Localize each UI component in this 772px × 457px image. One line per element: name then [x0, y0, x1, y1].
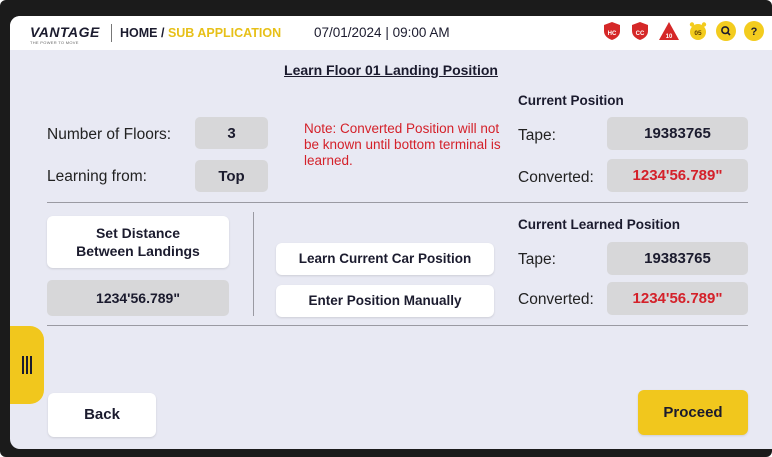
header-divider — [111, 24, 112, 42]
section-divider-vertical — [253, 212, 254, 316]
learning-from-value: Top — [195, 160, 268, 192]
current-position-header: Current Position — [518, 93, 624, 108]
current-tape-label: Tape: — [518, 127, 556, 144]
converted-position-note: Note: Converted Position will not be kno… — [304, 121, 501, 168]
set-distance-line-1: Set Distance — [95, 225, 181, 241]
learned-tape-label: Tape: — [518, 251, 556, 268]
section-divider-bottom — [47, 325, 748, 326]
current-converted-label: Converted: — [518, 169, 594, 186]
breadcrumb-home[interactable]: HOME / — [120, 26, 164, 40]
datetime-display: 07/01/2024 | 09:00 AM — [314, 25, 450, 40]
learning-from-label: Learning from: — [47, 168, 147, 185]
learned-tape-value: 19383765 — [607, 242, 748, 275]
svg-text:10: 10 — [666, 34, 673, 40]
svg-text:HC: HC — [608, 31, 617, 37]
cc-shield-icon[interactable]: CC — [630, 21, 650, 41]
logo-tagline: THE POWER TO MOVE — [30, 40, 79, 45]
search-icon[interactable] — [716, 21, 736, 41]
top-bar: VANTAGE THE POWER TO MOVE HOME / SUB APP… — [10, 16, 772, 50]
set-distance-button[interactable]: Set Distance Between Landings — [47, 216, 229, 268]
breadcrumb-sub-application: SUB APPLICATION — [167, 26, 282, 40]
floors-value: 3 — [195, 117, 268, 149]
side-drawer-tab[interactable] — [10, 326, 44, 404]
alarm-clock-icon[interactable]: 05 — [688, 21, 708, 41]
learned-converted-label: Converted: — [518, 291, 594, 308]
device-frame: VANTAGE THE POWER TO MOVE HOME / SUB APP… — [0, 0, 772, 457]
current-converted-value: 1234'56.789" — [607, 159, 748, 192]
learned-position-header: Current Learned Position — [518, 217, 681, 232]
status-icons: HC CC 10 05 ? — [602, 21, 764, 41]
breadcrumb: HOME / SUB APPLICATION — [120, 26, 281, 40]
floors-label: Number of Floors: — [47, 126, 172, 143]
learn-car-position-button[interactable]: Learn Current Car Position — [276, 243, 494, 275]
menu-bars-icon — [22, 356, 32, 374]
vantage-logo: VANTAGE — [30, 24, 100, 40]
learned-converted-value: 1234'56.789" — [607, 282, 748, 315]
set-distance-line-2: Between Landings — [76, 243, 200, 259]
svg-text:?: ? — [751, 26, 758, 38]
enter-position-manually-button[interactable]: Enter Position Manually — [276, 285, 494, 317]
back-button[interactable]: Back — [48, 393, 156, 437]
svg-text:CC: CC — [636, 31, 645, 37]
hc-shield-icon[interactable]: HC — [602, 21, 622, 41]
proceed-button[interactable]: Proceed — [638, 390, 748, 435]
distance-between-landings-value: 1234'56.789" — [47, 280, 229, 316]
section-divider-top — [47, 202, 748, 203]
current-tape-value: 19383765 — [607, 117, 748, 150]
page-title-text: Learn Floor 01 Landing Position — [284, 62, 498, 78]
help-icon[interactable]: ? — [744, 21, 764, 41]
app-screen: VANTAGE THE POWER TO MOVE HOME / SUB APP… — [10, 16, 772, 449]
page-title: Learn Floor 01 Landing Position — [10, 62, 772, 78]
svg-text:05: 05 — [694, 30, 702, 37]
alert-triangle-icon[interactable]: 10 — [658, 21, 680, 41]
